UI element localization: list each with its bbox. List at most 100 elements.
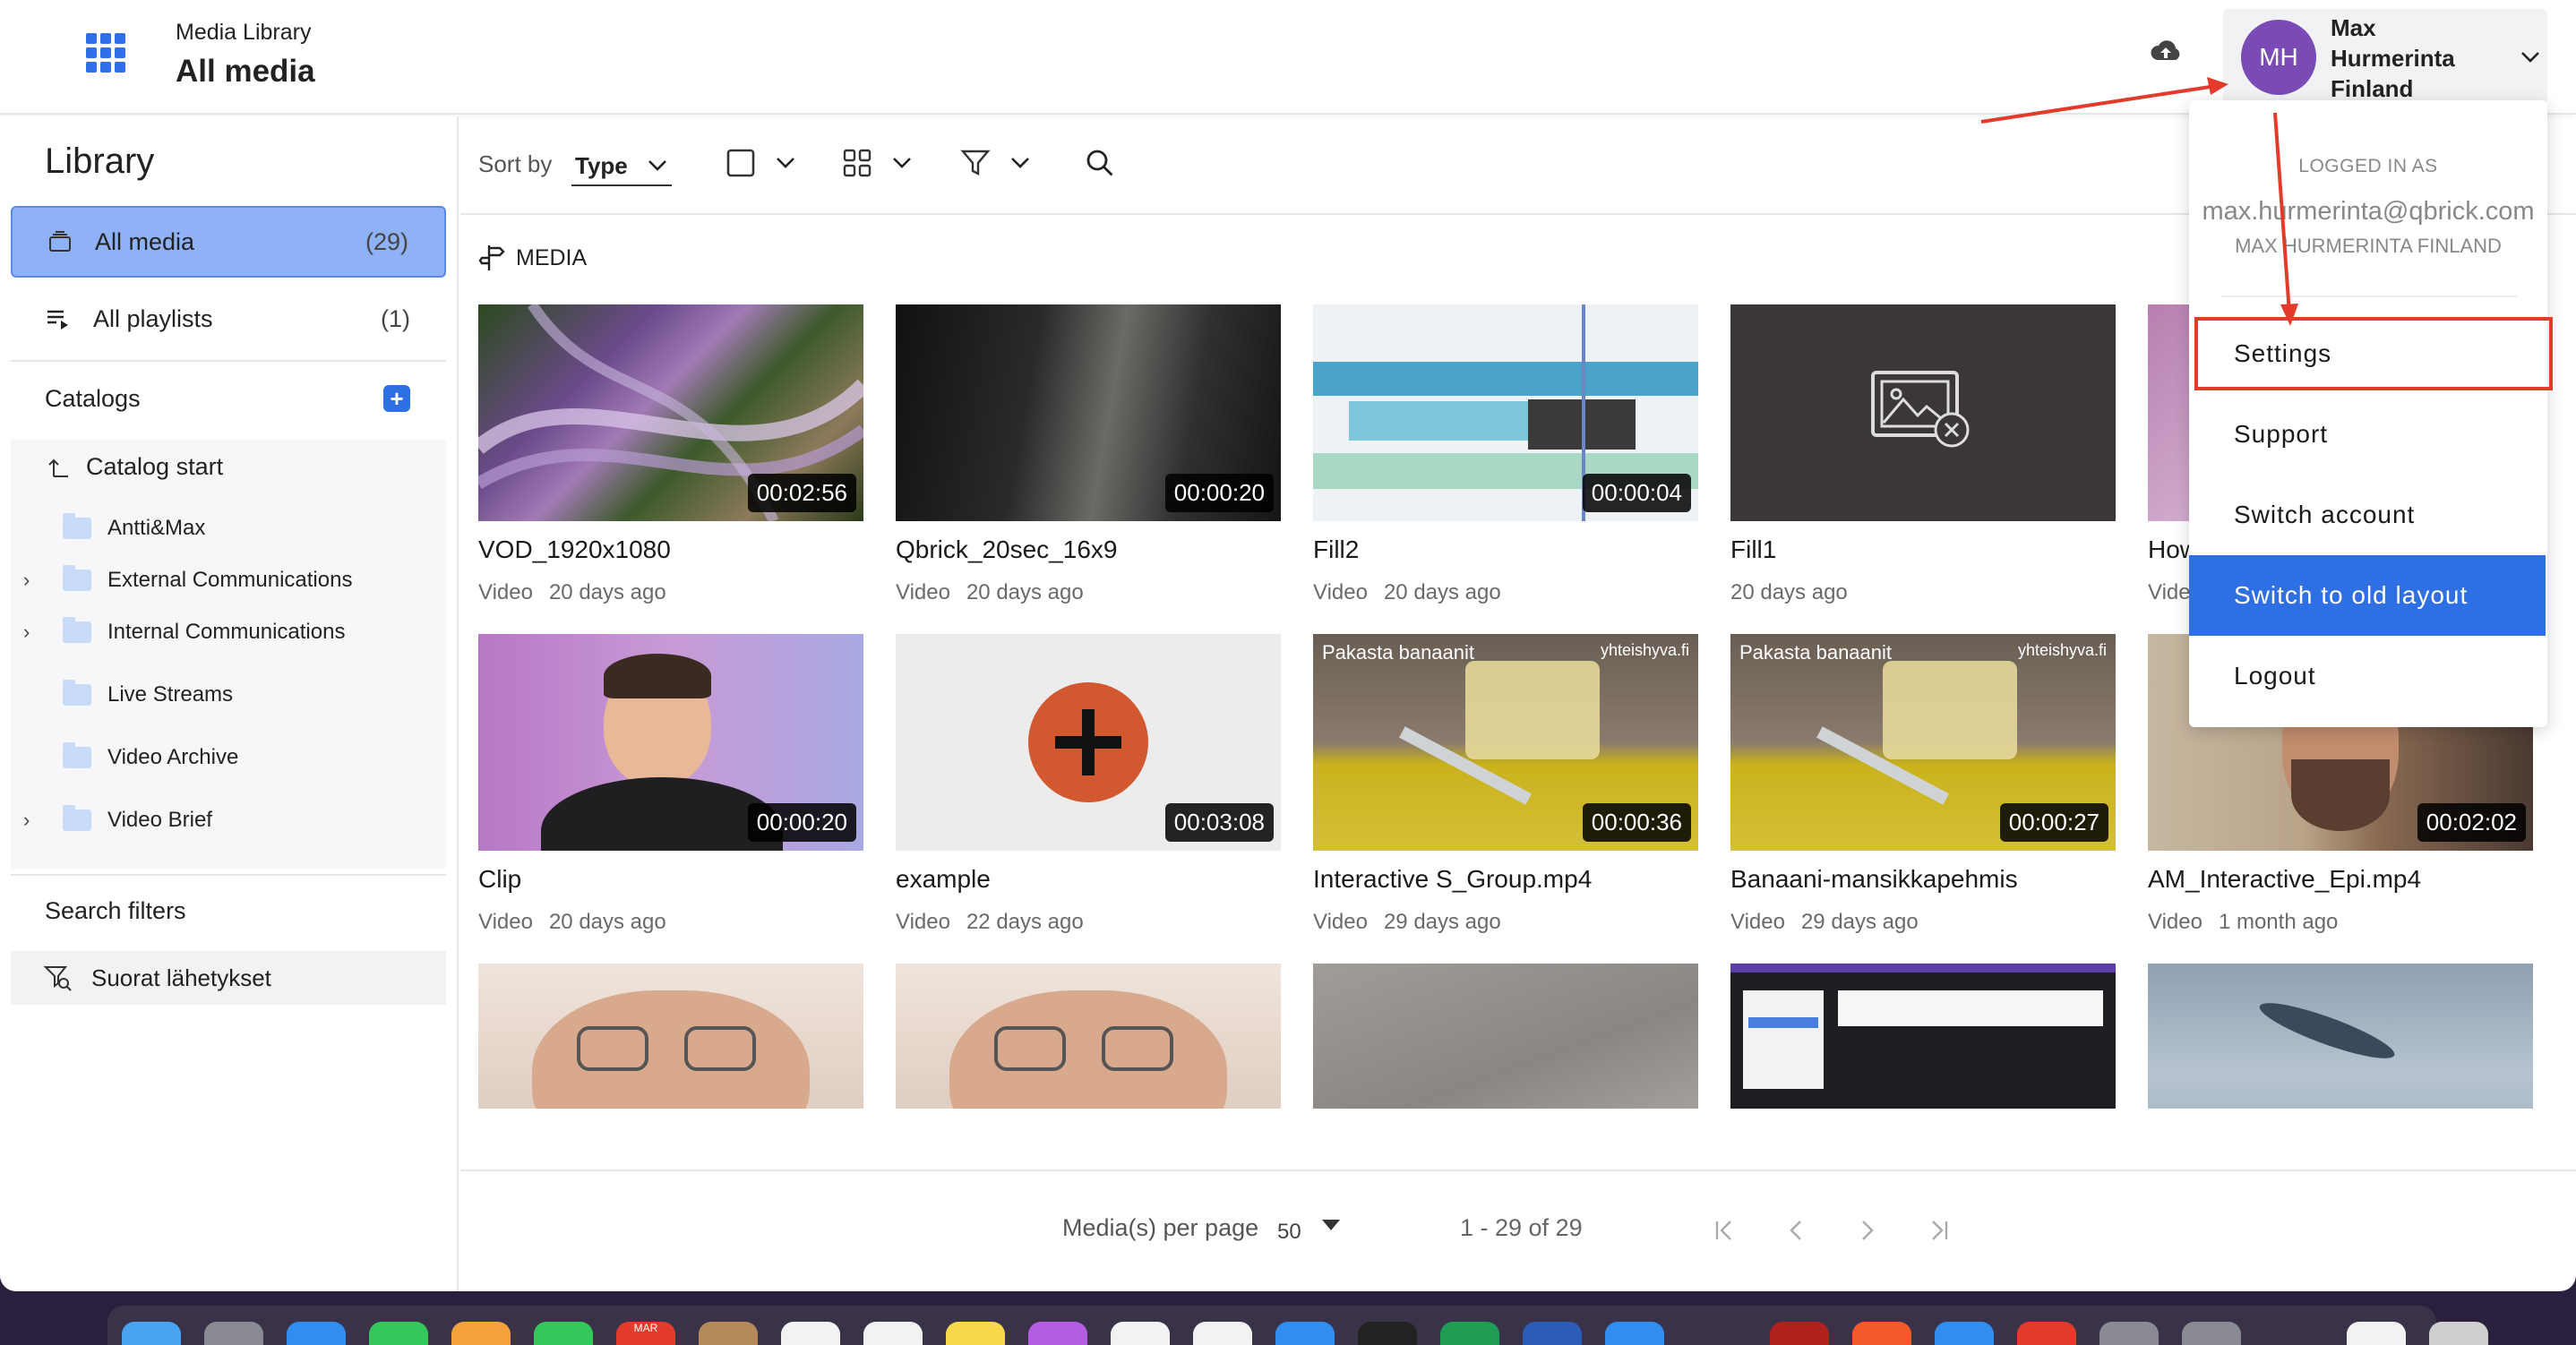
vpn-icon[interactable]: [1935, 1322, 1994, 1345]
select-all-checkbox[interactable]: [726, 143, 795, 183]
chevron-right-icon[interactable]: ›: [23, 569, 45, 592]
folder-icon: [63, 565, 91, 591]
media-card[interactable]: [1730, 964, 2116, 1109]
podcasts-icon[interactable]: [1028, 1322, 1087, 1345]
add-catalog-button[interactable]: +: [383, 385, 410, 412]
last-page-button[interactable]: [1920, 1212, 1956, 1248]
cloud-upload-icon[interactable]: [2150, 38, 2182, 64]
previous-page-button[interactable]: [1779, 1212, 1815, 1248]
sidebar-item-all-media[interactable]: All media (29): [11, 206, 446, 278]
user-menu-button[interactable]: MH Max Hurmerinta Finland: [2223, 9, 2547, 104]
word-icon[interactable]: [1523, 1322, 1582, 1345]
media-card[interactable]: 00:00:20 Clip Video 20 days ago: [478, 634, 863, 935]
video-thumbnail[interactable]: 00:00:20: [896, 304, 1281, 521]
app-store-icon[interactable]: [1275, 1322, 1335, 1345]
image-thumbnail[interactable]: [1730, 304, 2116, 521]
video-thumbnail[interactable]: [1730, 964, 2116, 1109]
notes-icon[interactable]: [946, 1322, 1005, 1345]
folder-item[interactable]: › Video Brief: [11, 793, 446, 847]
media-meta: Video 1 month ago: [2148, 910, 2339, 934]
media-title[interactable]: AM_Interactive_Epi.mp4: [2148, 865, 2533, 894]
slack-icon[interactable]: [1111, 1322, 1170, 1345]
video-thumbnail[interactable]: [2148, 964, 2533, 1109]
acrobat-icon[interactable]: [1770, 1322, 1829, 1345]
media-title[interactable]: VOD_1920x1080: [478, 535, 863, 564]
reminders-icon[interactable]: [781, 1322, 840, 1345]
apps-grid-icon[interactable]: [86, 33, 125, 73]
video-thumbnail[interactable]: 00:00:20: [478, 634, 863, 851]
menu-item-switch-to-old-layout[interactable]: Switch to old layout: [2189, 555, 2546, 636]
first-page-button[interactable]: [1707, 1212, 1743, 1248]
catalog-start-link[interactable]: Catalog start: [47, 453, 223, 481]
menu-item-switch-account[interactable]: Switch account: [2189, 475, 2547, 555]
app-name: Media Library: [176, 20, 312, 45]
view-mode-button[interactable]: [842, 143, 912, 183]
menu-item-support[interactable]: Support: [2189, 394, 2547, 475]
sort-select[interactable]: Type: [571, 147, 672, 186]
media-card[interactable]: 00:00:20 Qbrick_20sec_16x9 Video 20 days …: [896, 304, 1281, 605]
contacts-icon[interactable]: [699, 1322, 758, 1345]
media-card[interactable]: [478, 964, 863, 1109]
video-thumbnail[interactable]: 00:00:04: [1313, 304, 1698, 521]
video-thumbnail[interactable]: [478, 964, 863, 1109]
media-card[interactable]: 00:02:56 VOD_1920x1080 Video 20 days ago: [478, 304, 863, 605]
filter-button[interactable]: [960, 143, 1030, 183]
media-title[interactable]: Fill2: [1313, 535, 1698, 564]
media-meta: Video 20 days ago: [1313, 580, 1501, 604]
chatgpt-icon[interactable]: [1358, 1322, 1417, 1345]
media-card[interactable]: [2148, 964, 2533, 1109]
folder-item[interactable]: Antti&Max: [11, 501, 446, 555]
trash-icon[interactable]: [2429, 1322, 2488, 1345]
downloads-icon[interactable]: [2347, 1322, 2406, 1345]
menu-item-logout[interactable]: Logout: [2189, 636, 2547, 716]
notion-icon[interactable]: [1193, 1322, 1252, 1345]
media-title[interactable]: Fill1: [1730, 535, 2116, 564]
calendar-icon[interactable]: MAR: [616, 1322, 675, 1345]
chevron-right-icon[interactable]: ›: [23, 621, 45, 644]
system-settings-icon[interactable]: [2099, 1322, 2159, 1345]
media-card[interactable]: [896, 964, 1281, 1109]
media-title[interactable]: Clip: [478, 865, 863, 894]
search-filters-heading: Search filters: [45, 897, 186, 924]
media-title[interactable]: Qbrick_20sec_16x9: [896, 535, 1281, 564]
launchpad-icon[interactable]: [204, 1322, 263, 1345]
per-page-select[interactable]: 50: [1277, 1220, 1301, 1245]
chevron-down-icon: [648, 160, 666, 171]
sidebar-item-all-playlists[interactable]: All playlists (1): [11, 283, 446, 355]
media-card[interactable]: Fill1 20 days ago: [1730, 304, 2116, 605]
media-card[interactable]: Pakasta banaanit yhteishyva.fi 00:00:36 …: [1313, 634, 1698, 935]
media-card[interactable]: [1313, 964, 1698, 1109]
finder-icon[interactable]: [122, 1322, 181, 1345]
chevron-right-icon[interactable]: ›: [23, 809, 45, 832]
media-title[interactable]: example: [896, 865, 1281, 894]
media-card[interactable]: 00:03:08 example Video 22 days ago: [896, 634, 1281, 935]
folder-item[interactable]: › Internal Communications: [11, 605, 446, 659]
next-page-button[interactable]: [1849, 1212, 1885, 1248]
facetime-icon[interactable]: [534, 1322, 593, 1345]
video-thumbnail[interactable]: Pakasta banaanit yhteishyva.fi 00:00:36: [1313, 634, 1698, 851]
media-card[interactable]: 00:00:04 Fill2 Video 20 days ago: [1313, 304, 1698, 605]
photos-icon[interactable]: [451, 1322, 511, 1345]
quicktime-icon[interactable]: [2182, 1322, 2241, 1345]
caret-down-icon[interactable]: [1320, 1218, 1342, 1232]
firefox-icon[interactable]: [1852, 1322, 1911, 1345]
textedit-icon[interactable]: [863, 1322, 923, 1345]
video-thumbnail[interactable]: 00:03:08: [896, 634, 1281, 851]
outlook-icon[interactable]: [1605, 1322, 1664, 1345]
video-thumbnail[interactable]: [1313, 964, 1698, 1109]
media-card[interactable]: Pakasta banaanit yhteishyva.fi 00:00:27 …: [1730, 634, 2116, 935]
messages-icon[interactable]: [369, 1322, 428, 1345]
excel-icon[interactable]: [1440, 1322, 1499, 1345]
search-button[interactable]: [1084, 143, 1116, 183]
folder-item[interactable]: Live Streams: [11, 668, 446, 722]
safari-icon[interactable]: [287, 1322, 346, 1345]
media-title[interactable]: Interactive S_Group.mp4: [1313, 865, 1698, 894]
video-thumbnail[interactable]: Pakasta banaanit yhteishyva.fi 00:00:27: [1730, 634, 2116, 851]
chrome-icon[interactable]: [2017, 1322, 2076, 1345]
video-thumbnail[interactable]: 00:02:56: [478, 304, 863, 521]
media-title[interactable]: Banaani-mansikkapehmis: [1730, 865, 2116, 894]
video-thumbnail[interactable]: [896, 964, 1281, 1109]
folder-item[interactable]: Video Archive: [11, 731, 446, 784]
saved-filter-item[interactable]: Suorat lähetykset: [11, 951, 446, 1005]
folder-item[interactable]: › External Communications: [11, 553, 446, 607]
